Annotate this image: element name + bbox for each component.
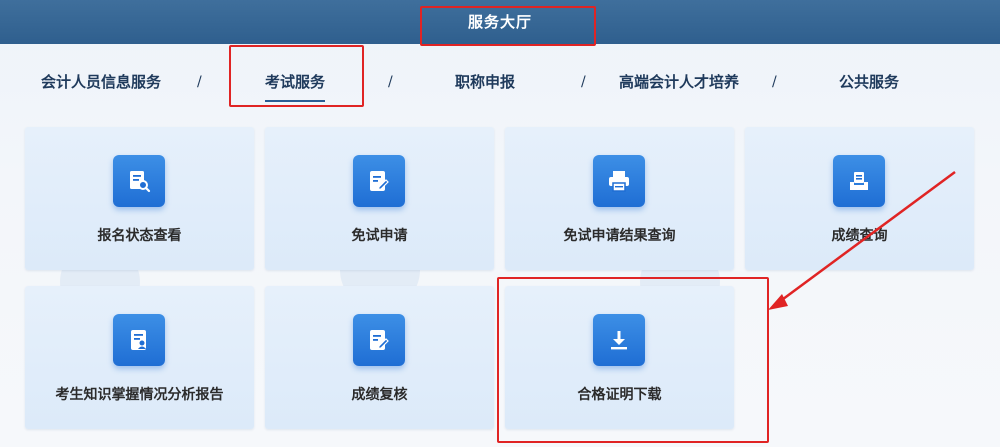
card-label: 免试申请 <box>351 228 408 244</box>
nav-separator: / <box>388 74 393 90</box>
card-registration-status[interactable]: 报名状态查看 <box>25 127 254 270</box>
card-label: 合格证明下载 <box>577 387 662 403</box>
nav-item-accountant-info[interactable]: 会计人员信息服务 <box>41 70 161 94</box>
tray-icon <box>833 155 885 207</box>
nav-separator: / <box>772 74 777 90</box>
nav-separator: / <box>581 74 586 90</box>
card-score-query[interactable]: 成绩查询 <box>745 127 974 270</box>
service-nav: 会计人员信息服务 / 考试服务 / 职称申报 / 高端会计人才培养 / 公共服务 <box>0 58 1000 106</box>
printer-icon <box>593 155 645 207</box>
edit-document-icon <box>353 314 405 366</box>
card-score-review[interactable]: 成绩复核 <box>265 286 494 429</box>
card-certificate-download[interactable]: 合格证明下载 <box>505 286 734 429</box>
card-knowledge-analysis-report[interactable]: 考生知识掌握情况分析报告 <box>25 286 254 429</box>
nav-item-public-services[interactable]: 公共服务 <box>839 70 899 94</box>
card-label: 报名状态查看 <box>97 228 182 244</box>
page-title: 服务大厅 <box>467 13 532 31</box>
nav-item-label: 高端会计人才培养 <box>619 73 740 91</box>
card-exemption-application[interactable]: 免试申请 <box>265 127 494 270</box>
card-label: 考生知识掌握情况分析报告 <box>55 387 224 403</box>
header-bar: 服务大厅 <box>0 0 1000 44</box>
nav-item-senior-talent[interactable]: 高端会计人才培养 <box>619 70 739 94</box>
nav-item-label: 考试服务 <box>265 73 326 91</box>
active-tab-underline <box>265 100 326 102</box>
nav-item-label: 会计人员信息服务 <box>41 73 162 91</box>
edit-document-icon <box>353 155 405 207</box>
card-exemption-result-query[interactable]: 免试申请结果查询 <box>505 127 734 270</box>
card-label: 成绩复核 <box>351 387 408 403</box>
nav-item-label: 职称申报 <box>455 73 516 91</box>
nav-separator: / <box>197 74 202 90</box>
download-icon <box>593 314 645 366</box>
document-search-icon <box>113 155 165 207</box>
nav-item-exam-services[interactable]: 考试服务 <box>265 70 326 102</box>
nav-item-label: 公共服务 <box>839 73 900 91</box>
card-label: 免试申请结果查询 <box>563 228 676 244</box>
card-label: 成绩查询 <box>831 228 888 244</box>
report-user-icon <box>113 314 165 366</box>
nav-item-title-application[interactable]: 职称申报 <box>455 70 515 94</box>
